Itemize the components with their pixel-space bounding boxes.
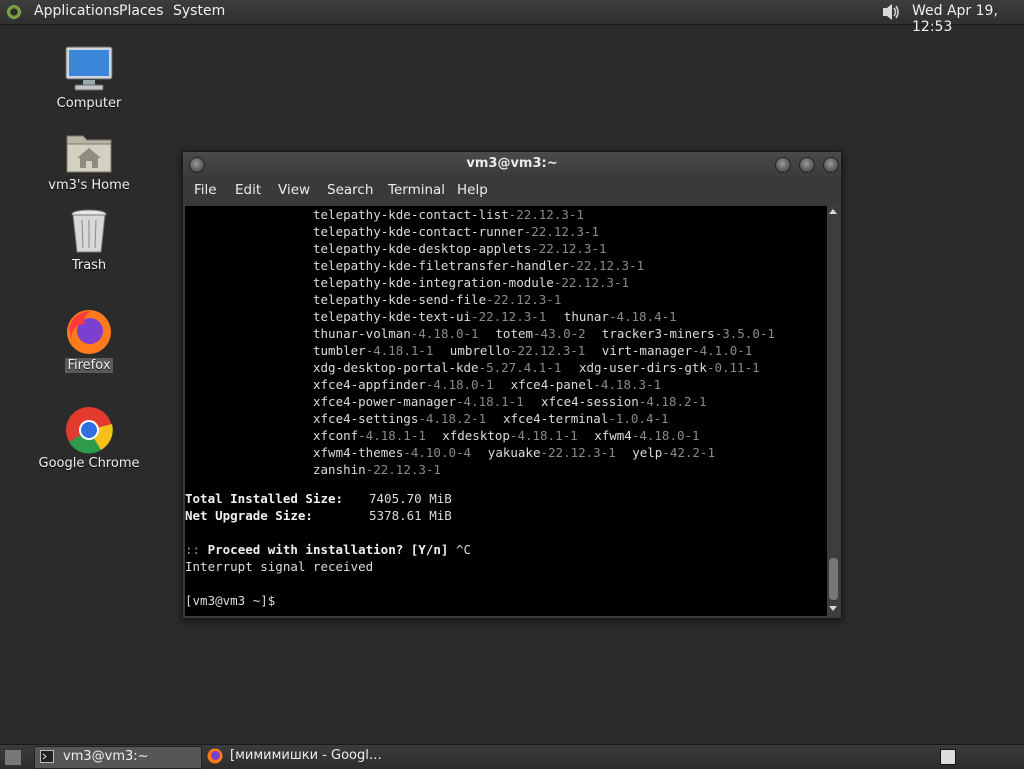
package-entry: thunar-4.18.4-1	[563, 309, 677, 324]
proceed-prompt-line: :: Proceed with installation? [Y/n] ^C	[185, 542, 472, 557]
package-entry: totem-43.0-2	[495, 326, 586, 341]
terminal-window[interactable]: vm3@vm3:~ File Edit View Search Terminal…	[182, 151, 842, 619]
package-entry: telepathy-kde-desktop-applets-22.12.3-1	[313, 241, 607, 256]
taskbar-item-label: vm3@vm3:~	[63, 749, 149, 764]
package-entry: xfwm4-4.18.0-1	[594, 428, 700, 443]
package-entry: xfdesktop-4.18.1-1	[442, 428, 578, 443]
show-desktop-icon[interactable]	[4, 749, 22, 766]
clock[interactable]: Wed Apr 19, 12:53	[912, 3, 1024, 35]
home-folder-icon	[63, 128, 115, 176]
desktop-icon-label: Computer	[56, 96, 122, 111]
desktop-icon-trash[interactable]: Trash	[34, 208, 144, 273]
package-entry: zanshin-22.12.3-1	[313, 462, 441, 477]
package-entry: xfce4-panel-4.18.3-1	[510, 377, 662, 392]
total-installed-line: Total Installed Size: 7405.70 MiB	[185, 491, 452, 506]
package-entry: xfce4-power-manager-4.18.1-1	[313, 394, 524, 409]
desktop-icon-home[interactable]: vm3's Home	[34, 128, 144, 193]
terminal-output[interactable]: telepathy-kde-contact-list-22.12.3-1 tele…	[185, 206, 827, 616]
computer-icon	[63, 46, 115, 94]
terminal-menubar: File Edit View Search Terminal Help	[183, 176, 841, 204]
window-title: vm3@vm3:~	[466, 156, 558, 171]
scroll-up-arrow-icon[interactable]	[829, 209, 837, 214]
menu-search[interactable]: Search	[327, 182, 373, 198]
desktop-icon-label: Trash	[71, 258, 107, 273]
package-entry: telepathy-kde-filetransfer-handler-22.12…	[313, 258, 645, 273]
workspace-switcher[interactable]	[940, 749, 956, 765]
package-entry: telepathy-kde-integration-module-22.12.3…	[313, 275, 630, 290]
desktop-icon-firefox[interactable]: Firefox	[34, 308, 144, 373]
package-entry: yelp-42.2-1	[632, 445, 715, 460]
firefox-icon	[207, 748, 223, 764]
desktop-icon-label: Firefox	[65, 358, 113, 373]
menu-file[interactable]: File	[194, 182, 217, 198]
trash-icon	[63, 208, 115, 256]
taskbar-item-firefox[interactable]: [мимимишки - Googl…	[202, 746, 382, 767]
package-entry: xdg-user-dirs-gtk-0.11-1	[579, 360, 760, 375]
window-titlebar[interactable]: vm3@vm3:~	[183, 152, 841, 176]
package-entry: telepathy-kde-send-file-22.12.3-1	[313, 292, 562, 307]
desktop-icon-label: vm3's Home	[48, 178, 130, 193]
menu-system[interactable]: System	[173, 3, 225, 19]
shell-prompt: [vm3@vm3 ~]$	[185, 593, 276, 608]
menu-applications[interactable]: Applications	[34, 3, 120, 19]
package-entry: xfce4-settings-4.18.2-1	[313, 411, 487, 426]
package-entry: xfwm4-themes-4.10.0-4	[313, 445, 472, 460]
package-entry: telepathy-kde-text-ui-22.12.3-1	[313, 309, 547, 324]
maximize-button[interactable]	[799, 157, 815, 173]
package-entry: telepathy-kde-contact-list-22.12.3-1	[313, 207, 584, 222]
top-panel: Applications Places System Wed Apr 19, 1…	[0, 0, 1024, 35]
volume-icon[interactable]	[880, 2, 902, 22]
chrome-icon	[63, 406, 115, 454]
terminal-scrollbar[interactable]	[827, 206, 840, 616]
desktop-icon-label: Google Chrome	[38, 456, 140, 471]
package-entry: xfce4-terminal-1.0.4-1	[503, 411, 669, 426]
package-entry: umbrello-22.12.3-1	[449, 343, 586, 358]
package-entry: tumbler-4.18.1-1	[313, 343, 434, 358]
terminal-icon	[40, 750, 54, 763]
interrupt-message: Interrupt signal received	[185, 559, 374, 574]
menu-edit[interactable]: Edit	[235, 182, 261, 198]
scroll-down-arrow-icon[interactable]	[829, 606, 837, 611]
menu-terminal[interactable]: Terminal	[388, 182, 445, 198]
package-entry: xfce4-appfinder-4.18.0-1	[313, 377, 494, 392]
taskbar-item-label: [мимимишки - Googl…	[230, 748, 382, 763]
package-entry: xdg-desktop-portal-kde-5.27.4.1-1	[313, 360, 562, 375]
package-entry: telepathy-kde-contact-runner-22.12.3-1	[313, 224, 599, 239]
package-entry: yakuake-22.12.3-1	[487, 445, 616, 460]
net-upgrade-line: Net Upgrade Size: 5378.61 MiB	[185, 508, 452, 523]
bottom-taskbar: vm3@vm3:~ [мимимишки - Googl…	[0, 744, 1024, 769]
desktop-icon-chrome[interactable]: Google Chrome	[34, 406, 144, 471]
package-entry: virt-manager-4.1.0-1	[601, 343, 753, 358]
menu-places[interactable]: Places	[119, 3, 164, 19]
firefox-icon	[63, 308, 115, 356]
close-button[interactable]	[823, 157, 839, 173]
desktop-icon-computer[interactable]: Computer	[34, 46, 144, 111]
scrollbar-thumb[interactable]	[829, 558, 838, 600]
package-entry: tracker3-miners-3.5.0-1	[601, 326, 775, 341]
mate-logo-icon[interactable]	[6, 4, 22, 20]
package-entry: thunar-volman-4.18.0-1	[313, 326, 479, 341]
menu-view[interactable]: View	[278, 182, 310, 198]
package-entry: xfconf-4.18.1-1	[313, 428, 426, 443]
minimize-button[interactable]	[775, 157, 791, 173]
taskbar-item-terminal[interactable]: vm3@vm3:~	[34, 746, 202, 769]
menu-help[interactable]: Help	[457, 182, 488, 198]
package-entry: xfce4-session-4.18.2-1	[541, 394, 707, 409]
